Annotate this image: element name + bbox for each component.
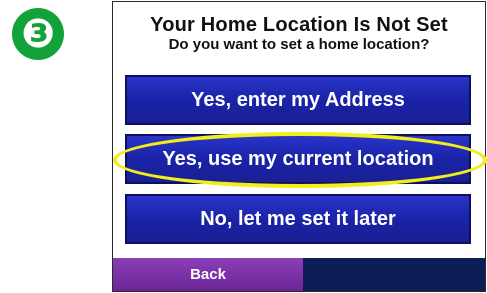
use-current-location-button[interactable]: Yes, use my current location <box>125 134 471 184</box>
dialog-title: Your Home Location Is Not Set <box>150 14 448 36</box>
dialog-subtitle: Do you want to set a home location? <box>168 36 430 53</box>
enter-address-button[interactable]: Yes, enter my Address <box>125 75 471 125</box>
step-number-badge: ❸ <box>12 8 64 60</box>
bottom-bar: Back <box>113 258 485 291</box>
back-button[interactable]: Back <box>113 258 303 291</box>
device-screen: Your Home Location Is Not Set Do you wan… <box>112 1 487 292</box>
set-later-button[interactable]: No, let me set it later <box>125 194 471 244</box>
